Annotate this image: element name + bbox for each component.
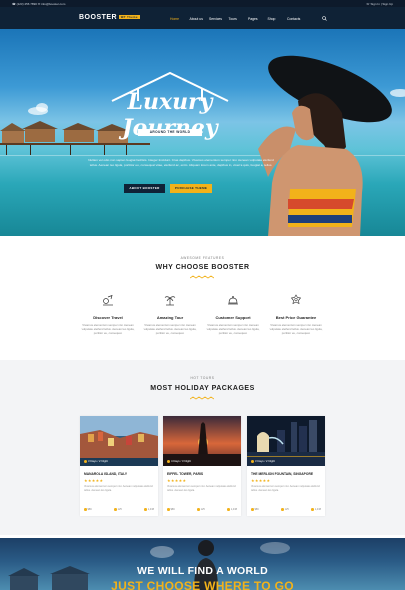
price: $89 (167, 508, 175, 511)
package-name[interactable]: THE MERLION FOUNTAIN, SINGAPORE (251, 472, 313, 476)
palm-tree-icon (164, 296, 176, 306)
package-name[interactable]: EIFFEL TOWER, PARIS (167, 472, 203, 476)
banner-heading: WE WILL FIND A WORLD (136, 565, 268, 577)
duration-tag: 3 Days / 2 Night (84, 459, 108, 463)
views: 1,438 (144, 508, 154, 511)
cta-banner: WE WILL FIND A WORLD JUST CHOOSE WHERE T… (0, 538, 405, 590)
nav-item-tours[interactable]: Tours (229, 17, 249, 21)
package-desc: Vivamus elementum semper nisi. Aenean vu… (167, 485, 236, 492)
package-desc: Vivamus elementum semper nisi. Aenean vu… (84, 485, 153, 492)
likes: 125 (281, 508, 289, 511)
purchase-theme-button[interactable]: PURCHASE THEME (170, 184, 212, 193)
hero-slider: Luxury Journey AROUND THE WORLD Nullam v… (0, 29, 405, 236)
package-card[interactable]: 3 Days / 2 Night MANAROLA ISLAND, ITALY … (80, 416, 158, 516)
hero-description: Nullam vel odio non sapien feugiat facil… (88, 158, 274, 167)
price: $89 (84, 508, 92, 511)
nav-item-contacts[interactable]: Contacts (287, 17, 307, 21)
top-info-bar: ☎ (123) 456 7890 ✉ info@booster.com ☏ Si… (0, 0, 405, 7)
feature-desc: Vivamus elementum semper nisi. Aenean vu… (206, 323, 260, 335)
feature-title: Best Price Guarantee (275, 315, 317, 320)
likes: 125 (197, 508, 205, 511)
main-navigation: BOOSTER WP Theme Home About us Services T… (0, 7, 405, 29)
package-meta: $89 125 1,438 (84, 508, 154, 511)
price-badge-icon (290, 294, 302, 305)
nav-item-pages[interactable]: Pages (248, 17, 268, 21)
nav-item-services[interactable]: Services (209, 17, 229, 21)
zigzag-divider-icon (190, 396, 214, 400)
packages-title: MOST HOLIDAY PACKAGES (150, 385, 255, 392)
banner-subheading: JUST CHOOSE WHERE TO GO (111, 579, 294, 590)
packages-subtitle: HOT TOURS (190, 376, 215, 380)
cloud (260, 542, 290, 554)
clock-icon (251, 459, 254, 463)
feature-amazing-tour: Amazing Tour Vivamus elementum semper ni… (140, 293, 200, 335)
star-rating: ★★★★★ (251, 478, 271, 483)
feature-customer-support: Customer Support Vivamus elementum sempe… (203, 293, 263, 335)
feature-title: Amazing Tour (156, 315, 184, 320)
feature-title: Discover Travel (93, 315, 123, 320)
duration-tag: 3 Days / 2 Night (251, 459, 275, 463)
package-desc: Vivamus elementum semper nisi. Aenean vu… (251, 485, 320, 492)
features-subtitle: AWESOME FEATURES (180, 256, 225, 260)
feature-best-price: Best Price Guarantee Vivamus elementum s… (266, 293, 326, 335)
logo[interactable]: BOOSTER WP Theme (79, 14, 140, 21)
zigzag-divider-icon (190, 275, 214, 279)
feature-title: Customer Support (215, 315, 251, 320)
package-card[interactable]: 3 Days / 2 Night THE MERLION FOUNTAIN, S… (247, 416, 325, 516)
contact-info: ☎ (123) 456 7890 ✉ info@booster.com (12, 1, 66, 6)
woman-hat-image (258, 55, 392, 236)
views: 1,438 (227, 508, 237, 511)
search-icon[interactable] (322, 15, 327, 21)
cloud (36, 103, 48, 112)
duration-tag: 4 Days / 3 Night (167, 459, 191, 463)
nav-item-about[interactable]: About us (190, 17, 210, 21)
package-meta: $89 125 1,438 (167, 508, 237, 511)
feature-desc: Vivamus elementum semper nisi. Aenean vu… (143, 323, 197, 335)
likes: 125 (114, 508, 122, 511)
features-title: WHY CHOOSE BOOSTER (155, 264, 250, 271)
service-bell-icon (228, 295, 238, 305)
cloud (150, 546, 174, 558)
views: 1,438 (311, 508, 321, 511)
nav-menu: Home About us Services Tours Pages Shop … (170, 17, 307, 21)
package-card[interactable]: 4 Days / 3 Night EIFFEL TOWER, PARIS ★★★… (163, 416, 241, 516)
package-name[interactable]: MANAROLA ISLAND, ITALY (84, 472, 127, 476)
clock-icon (167, 459, 170, 463)
feature-discover-travel: Discover Travel Vivamus elementum semper… (78, 293, 138, 335)
nav-item-shop[interactable]: Shop (268, 17, 288, 21)
star-rating: ★★★★★ (84, 478, 104, 483)
travel-icon (103, 294, 113, 306)
feature-desc: Vivamus elementum semper nisi. Aenean vu… (81, 323, 135, 335)
logo-text: BOOSTER (79, 14, 118, 21)
price: $89 (251, 508, 259, 511)
logo-badge: WP Theme (119, 15, 140, 20)
nav-item-home[interactable]: Home (170, 17, 190, 21)
star-rating: ★★★★★ (167, 478, 187, 483)
sign-in-links[interactable]: ☏ Sign In | Sign Up (366, 2, 393, 6)
clock-icon (84, 459, 87, 463)
feature-desc: Vivamus elementum semper nisi. Aenean vu… (269, 323, 323, 335)
package-meta: $89 125 1,438 (251, 508, 321, 511)
hero-ribbon: AROUND THE WORLD (138, 129, 202, 136)
about-booster-button[interactable]: ABOUT BOOSTER (124, 184, 165, 193)
